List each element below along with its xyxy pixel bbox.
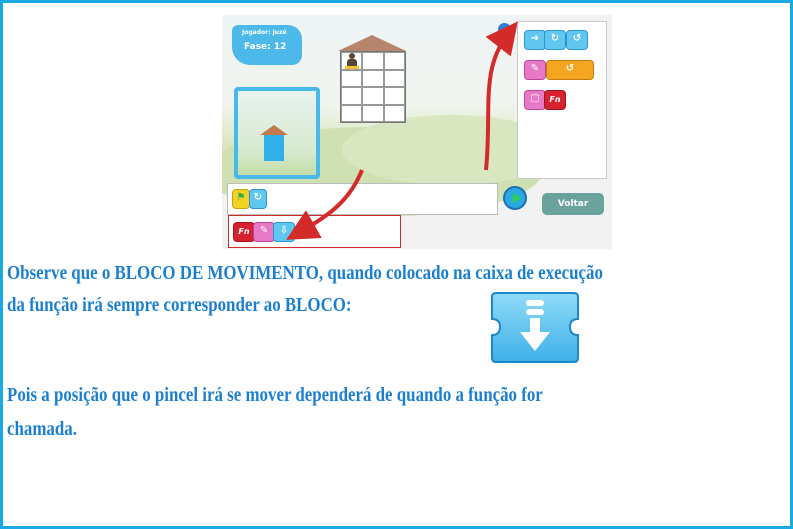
arrow-to-function-box xyxy=(286,169,364,240)
instruction-line-1: Observe que o BLOCO DE MOVIMENTO, quando… xyxy=(7,262,603,284)
instruction-line-3: Pois a posição que o pincel irá se mover… xyxy=(7,384,543,406)
instruction-line-2: da função irá sempre corresponder ao BLO… xyxy=(7,294,352,316)
move-down-block-icon xyxy=(491,292,579,363)
arrow-to-help-button xyxy=(484,21,518,171)
instruction-line-4: chamada. xyxy=(7,418,77,440)
